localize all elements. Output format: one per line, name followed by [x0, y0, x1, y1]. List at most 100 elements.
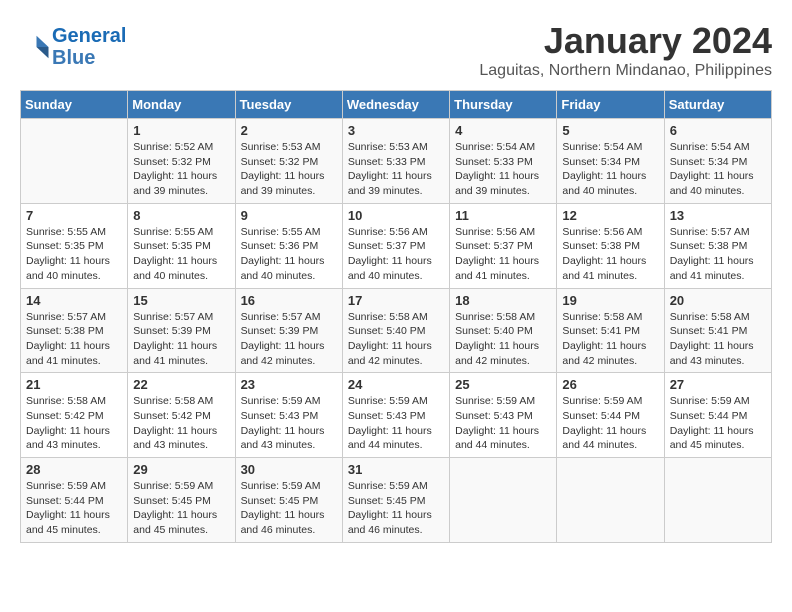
calendar-cell: 1 Sunrise: 5:52 AM Sunset: 5:32 PM Daylig…: [128, 119, 235, 204]
calendar-cell: 17 Sunrise: 5:58 AM Sunset: 5:40 PM Dayli…: [342, 288, 449, 373]
day-info: Sunrise: 5:58 AM Sunset: 5:40 PM Dayligh…: [455, 310, 551, 369]
day-number: 9: [241, 208, 337, 223]
page-header: General Blue January 2024 Laguitas, Nort…: [20, 20, 772, 80]
day-number: 13: [670, 208, 766, 223]
day-info: Sunrise: 5:56 AM Sunset: 5:37 PM Dayligh…: [455, 225, 551, 284]
day-info: Sunrise: 5:59 AM Sunset: 5:44 PM Dayligh…: [670, 394, 766, 453]
day-number: 1: [133, 123, 229, 138]
calendar-cell: 11 Sunrise: 5:56 AM Sunset: 5:37 PM Dayli…: [450, 203, 557, 288]
logo-text: General Blue: [52, 25, 126, 69]
day-info: Sunrise: 5:56 AM Sunset: 5:38 PM Dayligh…: [562, 225, 658, 284]
day-number: 5: [562, 123, 658, 138]
day-number: 15: [133, 293, 229, 308]
calendar-cell: 15 Sunrise: 5:57 AM Sunset: 5:39 PM Dayli…: [128, 288, 235, 373]
day-info: Sunrise: 5:58 AM Sunset: 5:41 PM Dayligh…: [670, 310, 766, 369]
day-number: 24: [348, 377, 444, 392]
calendar-cell: [21, 119, 128, 204]
calendar-cell: 5 Sunrise: 5:54 AM Sunset: 5:34 PM Daylig…: [557, 119, 664, 204]
day-number: 27: [670, 377, 766, 392]
day-info: Sunrise: 5:59 AM Sunset: 5:43 PM Dayligh…: [348, 394, 444, 453]
day-info: Sunrise: 5:58 AM Sunset: 5:41 PM Dayligh…: [562, 310, 658, 369]
calendar-week-row: 7 Sunrise: 5:55 AM Sunset: 5:35 PM Daylig…: [21, 203, 772, 288]
day-info: Sunrise: 5:57 AM Sunset: 5:39 PM Dayligh…: [241, 310, 337, 369]
day-info: Sunrise: 5:59 AM Sunset: 5:45 PM Dayligh…: [348, 479, 444, 538]
calendar-cell: 31 Sunrise: 5:59 AM Sunset: 5:45 PM Dayli…: [342, 458, 449, 543]
day-number: 28: [26, 462, 122, 477]
day-number: 4: [455, 123, 551, 138]
day-info: Sunrise: 5:59 AM Sunset: 5:44 PM Dayligh…: [26, 479, 122, 538]
calendar-cell: 4 Sunrise: 5:54 AM Sunset: 5:33 PM Daylig…: [450, 119, 557, 204]
day-number: 12: [562, 208, 658, 223]
month-title: January 2024: [479, 20, 772, 62]
calendar-cell: [450, 458, 557, 543]
calendar-cell: 24 Sunrise: 5:59 AM Sunset: 5:43 PM Dayli…: [342, 373, 449, 458]
calendar-week-row: 1 Sunrise: 5:52 AM Sunset: 5:32 PM Daylig…: [21, 119, 772, 204]
day-number: 23: [241, 377, 337, 392]
weekday-header: Wednesday: [342, 91, 449, 119]
weekday-header: Friday: [557, 91, 664, 119]
calendar-cell: 22 Sunrise: 5:58 AM Sunset: 5:42 PM Dayli…: [128, 373, 235, 458]
calendar-cell: 16 Sunrise: 5:57 AM Sunset: 5:39 PM Dayli…: [235, 288, 342, 373]
day-number: 14: [26, 293, 122, 308]
day-info: Sunrise: 5:57 AM Sunset: 5:38 PM Dayligh…: [26, 310, 122, 369]
day-number: 7: [26, 208, 122, 223]
day-number: 18: [455, 293, 551, 308]
calendar-week-row: 14 Sunrise: 5:57 AM Sunset: 5:38 PM Dayli…: [21, 288, 772, 373]
calendar-cell: [664, 458, 771, 543]
day-number: 3: [348, 123, 444, 138]
calendar-cell: 19 Sunrise: 5:58 AM Sunset: 5:41 PM Dayli…: [557, 288, 664, 373]
calendar-table: SundayMondayTuesdayWednesdayThursdayFrid…: [20, 90, 772, 543]
day-info: Sunrise: 5:54 AM Sunset: 5:34 PM Dayligh…: [562, 140, 658, 199]
day-number: 31: [348, 462, 444, 477]
day-info: Sunrise: 5:59 AM Sunset: 5:45 PM Dayligh…: [133, 479, 229, 538]
calendar-cell: 7 Sunrise: 5:55 AM Sunset: 5:35 PM Daylig…: [21, 203, 128, 288]
calendar-cell: 3 Sunrise: 5:53 AM Sunset: 5:33 PM Daylig…: [342, 119, 449, 204]
calendar-cell: 12 Sunrise: 5:56 AM Sunset: 5:38 PM Dayli…: [557, 203, 664, 288]
day-info: Sunrise: 5:54 AM Sunset: 5:33 PM Dayligh…: [455, 140, 551, 199]
day-info: Sunrise: 5:58 AM Sunset: 5:42 PM Dayligh…: [26, 394, 122, 453]
day-info: Sunrise: 5:53 AM Sunset: 5:33 PM Dayligh…: [348, 140, 444, 199]
day-info: Sunrise: 5:57 AM Sunset: 5:39 PM Dayligh…: [133, 310, 229, 369]
day-info: Sunrise: 5:56 AM Sunset: 5:37 PM Dayligh…: [348, 225, 444, 284]
calendar-cell: 13 Sunrise: 5:57 AM Sunset: 5:38 PM Dayli…: [664, 203, 771, 288]
day-info: Sunrise: 5:57 AM Sunset: 5:38 PM Dayligh…: [670, 225, 766, 284]
weekday-header: Tuesday: [235, 91, 342, 119]
day-number: 22: [133, 377, 229, 392]
day-number: 26: [562, 377, 658, 392]
calendar-header-row: SundayMondayTuesdayWednesdayThursdayFrid…: [21, 91, 772, 119]
day-number: 6: [670, 123, 766, 138]
calendar-cell: 23 Sunrise: 5:59 AM Sunset: 5:43 PM Dayli…: [235, 373, 342, 458]
day-number: 30: [241, 462, 337, 477]
day-info: Sunrise: 5:59 AM Sunset: 5:43 PM Dayligh…: [241, 394, 337, 453]
day-number: 16: [241, 293, 337, 308]
day-number: 19: [562, 293, 658, 308]
day-info: Sunrise: 5:58 AM Sunset: 5:42 PM Dayligh…: [133, 394, 229, 453]
calendar-cell: 14 Sunrise: 5:57 AM Sunset: 5:38 PM Dayli…: [21, 288, 128, 373]
day-number: 11: [455, 208, 551, 223]
calendar-cell: 8 Sunrise: 5:55 AM Sunset: 5:35 PM Daylig…: [128, 203, 235, 288]
day-number: 17: [348, 293, 444, 308]
calendar-cell: 10 Sunrise: 5:56 AM Sunset: 5:37 PM Dayli…: [342, 203, 449, 288]
day-info: Sunrise: 5:55 AM Sunset: 5:36 PM Dayligh…: [241, 225, 337, 284]
day-info: Sunrise: 5:52 AM Sunset: 5:32 PM Dayligh…: [133, 140, 229, 199]
logo-icon: [20, 32, 50, 62]
calendar-cell: 21 Sunrise: 5:58 AM Sunset: 5:42 PM Dayli…: [21, 373, 128, 458]
day-number: 8: [133, 208, 229, 223]
day-info: Sunrise: 5:55 AM Sunset: 5:35 PM Dayligh…: [26, 225, 122, 284]
weekday-header: Monday: [128, 91, 235, 119]
calendar-cell: 28 Sunrise: 5:59 AM Sunset: 5:44 PM Dayli…: [21, 458, 128, 543]
day-number: 10: [348, 208, 444, 223]
day-info: Sunrise: 5:59 AM Sunset: 5:44 PM Dayligh…: [562, 394, 658, 453]
day-info: Sunrise: 5:58 AM Sunset: 5:40 PM Dayligh…: [348, 310, 444, 369]
calendar-cell: 26 Sunrise: 5:59 AM Sunset: 5:44 PM Dayli…: [557, 373, 664, 458]
calendar-cell: 29Sunrise: 5:59 AM Sunset: 5:45 PM Dayli…: [128, 458, 235, 543]
weekday-header: Thursday: [450, 91, 557, 119]
calendar-cell: 30 Sunrise: 5:59 AM Sunset: 5:45 PM Dayli…: [235, 458, 342, 543]
weekday-header: Sunday: [21, 91, 128, 119]
day-number: 20: [670, 293, 766, 308]
day-info: Sunrise: 5:55 AM Sunset: 5:35 PM Dayligh…: [133, 225, 229, 284]
day-number: 21: [26, 377, 122, 392]
day-info: Sunrise: 5:59 AM Sunset: 5:45 PM Dayligh…: [241, 479, 337, 538]
calendar-cell: 20 Sunrise: 5:58 AM Sunset: 5:41 PM Dayli…: [664, 288, 771, 373]
logo: General Blue: [20, 25, 126, 69]
